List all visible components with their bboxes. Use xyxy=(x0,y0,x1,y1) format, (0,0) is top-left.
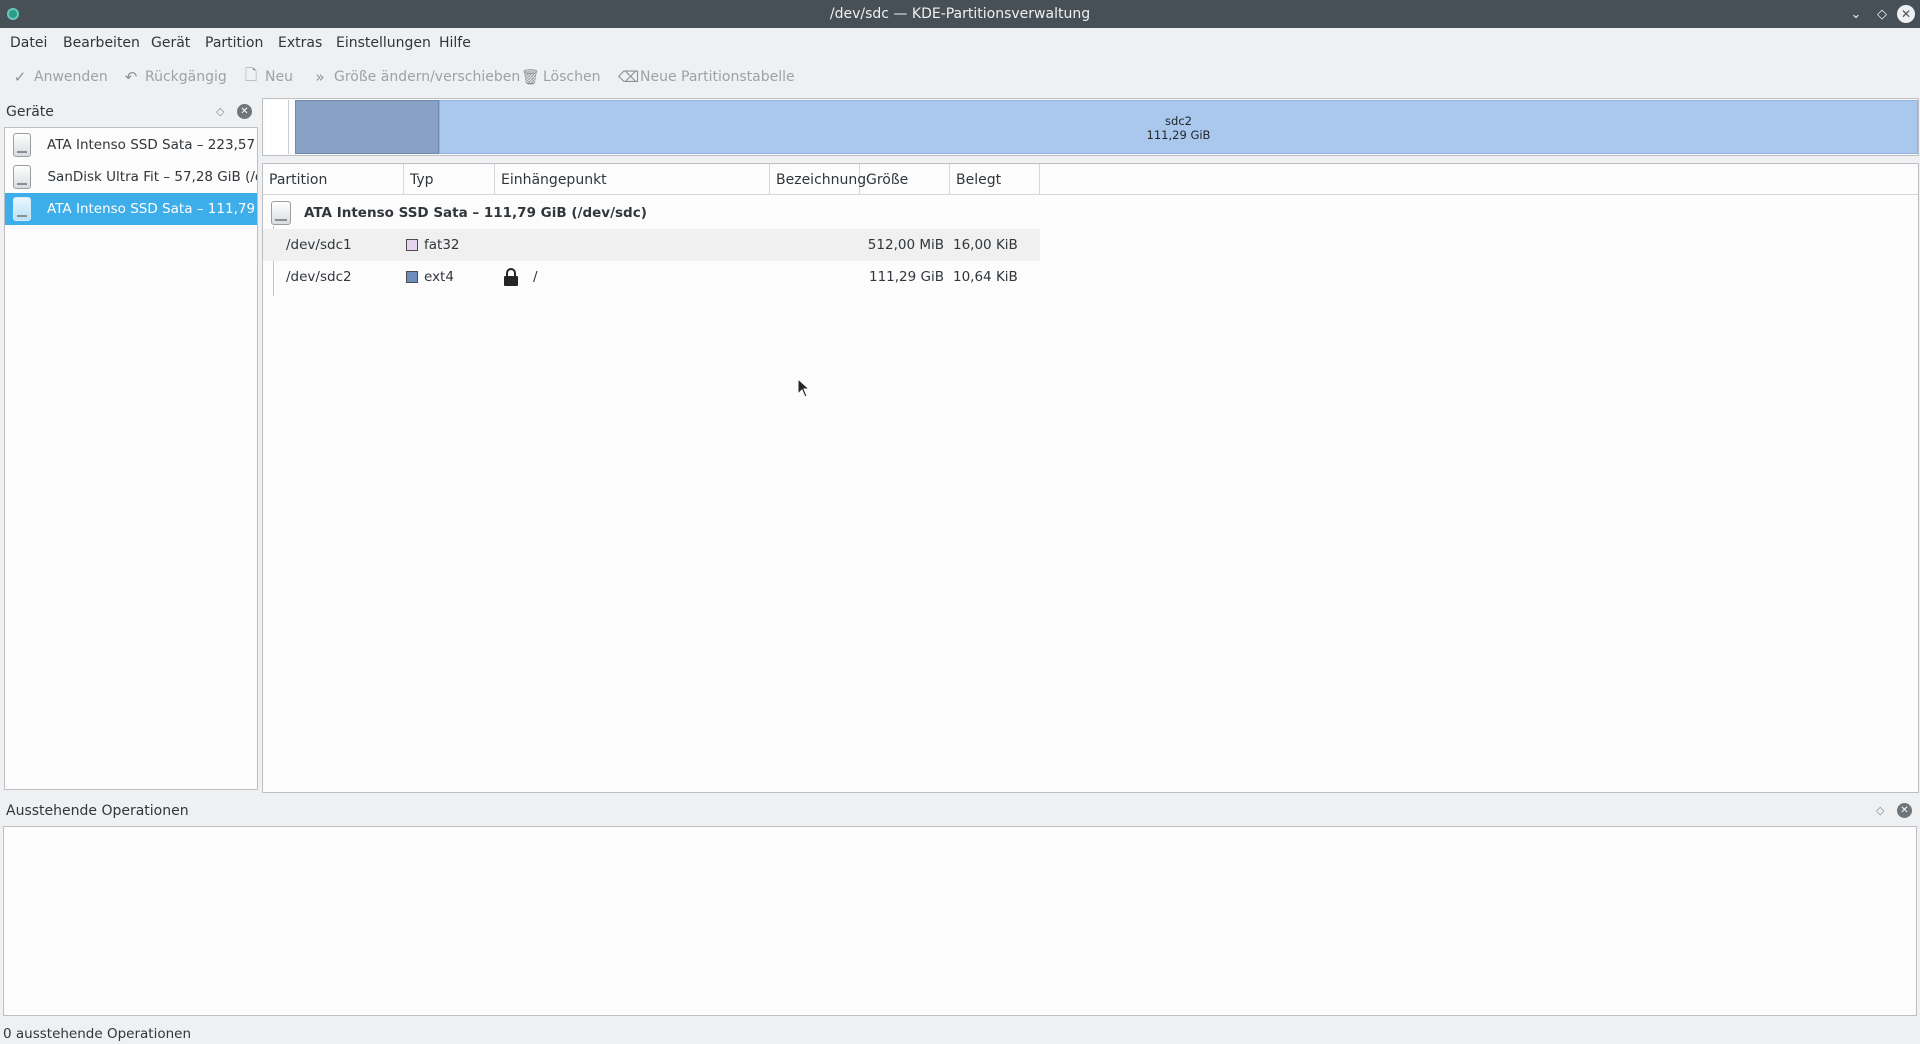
partition-graph-sdc2[interactable]: sdc2 111,29 GiB xyxy=(439,100,1918,154)
undo-icon: ↶ xyxy=(124,68,138,86)
toolbar: ✓ Anwenden ↶ Rückgängig 🗋 Neu » Größe än… xyxy=(0,60,1920,94)
resize-label: Größe ändern/verschieben xyxy=(334,69,521,85)
menu-geraet[interactable]: Gerät xyxy=(151,35,190,51)
device-label: SanDisk Ultra Fit – 57,28 GiB (/d... xyxy=(47,169,257,185)
device-item[interactable]: ATA Intenso SSD Sata – 223,57 G... xyxy=(5,129,257,161)
partition-graph: sdc2 111,29 GiB xyxy=(262,98,1919,156)
device-list: ATA Intenso SSD Sata – 223,57 G... SanDi… xyxy=(4,127,258,790)
partition-type: fat32 xyxy=(424,237,460,253)
partition-size: 111,29 GiB xyxy=(868,269,944,285)
device-item-selected[interactable]: ATA Intenso SSD Sata – 111,79 G... xyxy=(5,193,257,225)
delete-button[interactable]: 🗑 Löschen xyxy=(521,67,600,87)
apply-label: Anwenden xyxy=(34,69,108,85)
menu-bearbeiten[interactable]: Bearbeiten xyxy=(63,35,140,51)
table-header: Partition Typ Einhängepunkt Bezeichnung … xyxy=(263,164,1918,195)
undo-label: Rückgängig xyxy=(145,69,227,85)
hard-disk-icon xyxy=(13,165,32,189)
status-text: 0 ausstehende Operationen xyxy=(3,1026,192,1042)
segment-size: 111,29 GiB xyxy=(1146,128,1211,142)
device-row-label: ATA Intenso SSD Sata – 111,79 GiB (/dev/… xyxy=(304,205,647,221)
device-label: ATA Intenso SSD Sata – 111,79 G... xyxy=(47,201,257,217)
new-table-label: Neue Partitionstabelle xyxy=(640,69,795,85)
minimize-button[interactable]: ⌄ xyxy=(1847,5,1865,23)
hard-disk-icon xyxy=(13,133,32,157)
menu-datei[interactable]: Datei xyxy=(10,35,47,51)
status-bar: 0 ausstehende Operationen xyxy=(0,1024,1920,1044)
device-label: ATA Intenso SSD Sata – 223,57 G... xyxy=(47,137,257,153)
maximize-button[interactable]: ◇ xyxy=(1873,5,1891,23)
column-used[interactable]: Belegt xyxy=(950,164,1040,194)
partition-used: 16,00 KiB xyxy=(953,237,1018,253)
column-size[interactable]: Größe xyxy=(860,164,950,194)
lock-icon xyxy=(504,268,518,286)
new-label: Neu xyxy=(265,69,293,85)
checkmark-icon: ✓ xyxy=(13,68,27,86)
menu-bar: Datei Bearbeiten Gerät Partition Extras … xyxy=(0,28,1920,58)
menu-einstellungen[interactable]: Einstellungen xyxy=(336,35,431,51)
menu-hilfe[interactable]: Hilfe xyxy=(439,35,471,51)
close-panel-icon[interactable]: ✕ xyxy=(237,104,252,119)
partition-size: 512,00 MiB xyxy=(867,237,944,253)
close-window-button[interactable]: ✕ xyxy=(1897,5,1915,23)
close-panel-icon[interactable]: ✕ xyxy=(1897,803,1912,818)
clear-icon: ⌫ xyxy=(618,68,640,86)
delete-label: Löschen xyxy=(543,69,601,85)
partition-table: Partition Typ Einhängepunkt Bezeichnung … xyxy=(262,163,1919,793)
mouse-cursor-icon xyxy=(797,378,811,398)
resize-move-button[interactable]: » Größe ändern/verschieben xyxy=(312,67,520,87)
devices-panel-header: Geräte ◇ ✕ xyxy=(2,98,258,122)
pending-operations-panel: Ausstehende Operationen ◇ ✕ xyxy=(0,797,1920,1021)
menu-extras[interactable]: Extras xyxy=(278,35,322,51)
partition-name: /dev/sdc2 xyxy=(286,269,352,285)
partition-type: ext4 xyxy=(424,269,454,285)
column-type[interactable]: Typ xyxy=(404,164,495,194)
pending-panel-title: Ausstehende Operationen xyxy=(6,803,189,819)
new-partition-table-button[interactable]: ⌫ Neue Partitionstabelle xyxy=(618,67,795,87)
hard-disk-icon xyxy=(13,197,32,221)
partition-graph-unallocated[interactable] xyxy=(265,100,289,154)
table-row[interactable]: /dev/sdc2 ext4 / 111,29 GiB 10,64 KiB xyxy=(263,261,1040,293)
resize-icon: » xyxy=(315,68,325,86)
device-row[interactable]: ATA Intenso SSD Sata – 111,79 GiB (/dev/… xyxy=(263,197,1918,229)
devices-panel: Geräte ◇ ✕ ATA Intenso SSD Sata – 223,57… xyxy=(2,98,258,790)
devices-panel-title: Geräte xyxy=(6,104,54,120)
device-item[interactable]: SanDisk Ultra Fit – 57,28 GiB (/d... xyxy=(5,161,257,193)
new-partition-button[interactable]: 🗋 Neu xyxy=(243,65,293,87)
column-partition[interactable]: Partition xyxy=(263,164,404,194)
float-panel-icon[interactable]: ◇ xyxy=(1876,804,1884,817)
column-mountpoint[interactable]: Einhängepunkt xyxy=(495,164,770,194)
partition-mountpoint: / xyxy=(533,269,538,285)
float-panel-icon[interactable]: ◇ xyxy=(216,105,224,118)
fat32-color-swatch xyxy=(406,239,418,251)
hard-disk-icon xyxy=(271,201,291,225)
partition-name: /dev/sdc1 xyxy=(286,237,352,253)
title-bar: /dev/sdc — KDE-Partitionsverwaltung ⌄ ◇ … xyxy=(0,0,1920,28)
apply-button[interactable]: ✓ Anwenden xyxy=(12,67,108,87)
partition-used: 10,64 KiB xyxy=(953,269,1018,285)
new-document-icon: 🗋 xyxy=(244,65,258,84)
partition-graph-sdc1[interactable] xyxy=(295,100,439,154)
undo-button[interactable]: ↶ Rückgängig xyxy=(123,67,227,87)
column-label[interactable]: Bezeichnung xyxy=(770,164,866,194)
menu-partition[interactable]: Partition xyxy=(205,35,263,51)
trash-icon: 🗑 xyxy=(521,68,541,86)
table-row[interactable]: /dev/sdc1 fat32 512,00 MiB 16,00 KiB xyxy=(263,229,1040,261)
window-title: /dev/sdc — KDE-Partitionsverwaltung xyxy=(829,6,1091,22)
ext4-color-swatch xyxy=(406,271,418,283)
segment-name: sdc2 xyxy=(1165,114,1192,128)
pending-operations-list xyxy=(3,826,1917,1016)
